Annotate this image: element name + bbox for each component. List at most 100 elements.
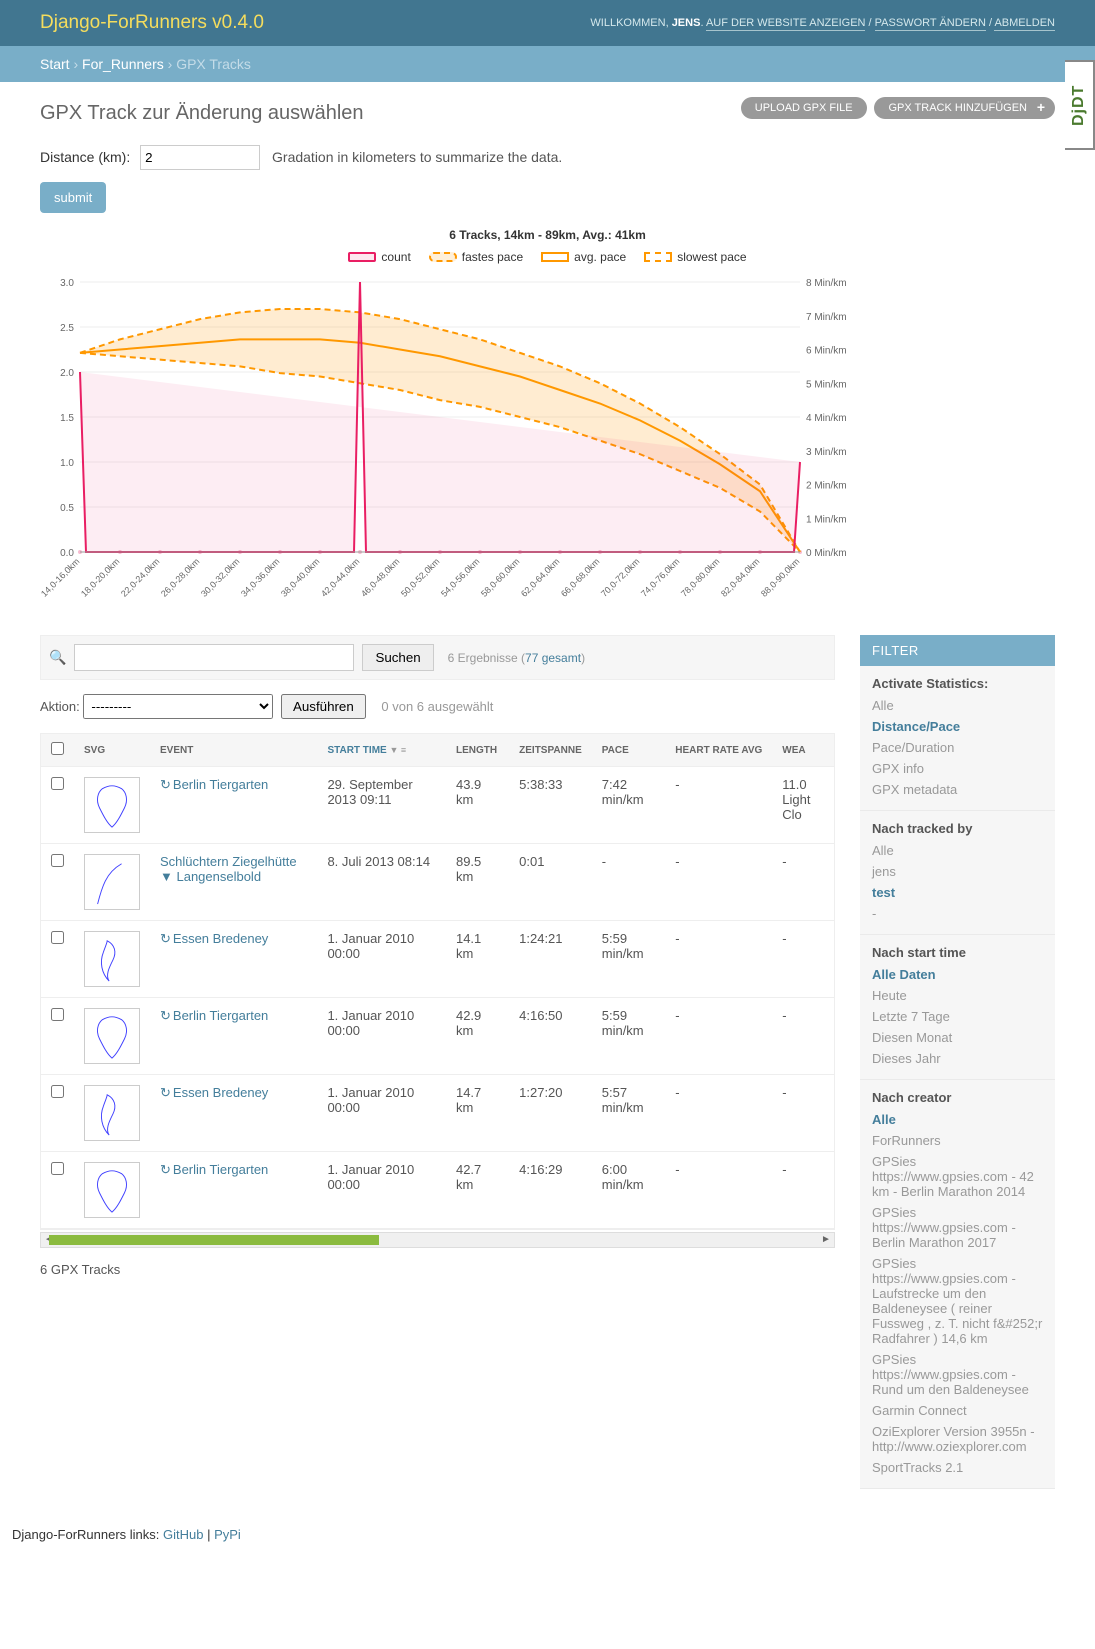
scroll-thumb[interactable] (49, 1235, 379, 1245)
row-checkbox[interactable] (51, 1085, 64, 1098)
col-length[interactable]: LENGTH (446, 734, 509, 767)
horizontal-scrollbar[interactable]: ◄ ► (40, 1232, 835, 1248)
results-table: SVG EVENT START TIME ▼ ≡ LENGTH ZEITSPAN… (41, 734, 835, 1229)
search-button[interactable]: Suchen (362, 644, 433, 671)
col-event[interactable]: EVENT (150, 734, 317, 767)
svg-text:8 Min/km: 8 Min/km (806, 278, 847, 289)
logout-link[interactable]: ABMELDEN (994, 17, 1055, 31)
cell-duration: 4:16:29 (509, 1152, 592, 1229)
filter-item[interactable]: Garmin Connect (872, 1400, 1043, 1421)
row-checkbox[interactable] (51, 1162, 64, 1175)
svg-text:3 Min/km: 3 Min/km (806, 447, 847, 458)
row-checkbox[interactable] (51, 777, 64, 790)
upload-gpx-button[interactable]: UPLOAD GPX FILE (741, 97, 867, 119)
filter-item[interactable]: ForRunners (872, 1130, 1043, 1151)
filter-item[interactable]: - (872, 903, 1043, 924)
change-password-link[interactable]: PASSWORT ÄNDERN (875, 17, 986, 31)
chart-legend: count fastes pace avg. pace slowest pace (40, 250, 1055, 264)
track-svg-thumb[interactable] (84, 777, 140, 833)
filter-item[interactable]: Diesen Monat (872, 1027, 1043, 1048)
filter-item[interactable]: GPX info (872, 758, 1043, 779)
results-table-wrap: SVG EVENT START TIME ▼ ≡ LENGTH ZEITSPAN… (40, 733, 835, 1230)
footer-github-link[interactable]: GitHub (163, 1527, 203, 1542)
svg-text:30,0-32,0km: 30,0-32,0km (199, 556, 241, 598)
django-debug-toolbar[interactable]: DjDT (1065, 60, 1095, 150)
svg-text:70,0-72,0km: 70,0-72,0km (599, 556, 641, 598)
filter-item[interactable]: test (872, 882, 1043, 903)
track-svg-thumb[interactable] (84, 1085, 140, 1141)
table-row: ↻Essen Bredeney 1. Januar 2010 00:00 14.… (41, 921, 835, 998)
chart-title: 6 Tracks, 14km - 89km, Avg.: 41km (40, 228, 1055, 242)
scroll-right-icon[interactable]: ► (818, 1233, 834, 1247)
filter-item[interactable]: GPSies https://www.gpsies.com - Berlin M… (872, 1202, 1043, 1253)
user-tools: WILLKOMMEN, JENS. AUF DER WEBSITE ANZEIG… (590, 17, 1055, 29)
row-checkbox[interactable] (51, 1008, 64, 1021)
filter-item[interactable]: Dieses Jahr (872, 1048, 1043, 1069)
cell-duration: 1:24:21 (509, 921, 592, 998)
username: JENS (672, 17, 701, 29)
filter-item[interactable]: GPSies https://www.gpsies.com - Laufstre… (872, 1253, 1043, 1349)
track-event-link[interactable]: ↻Essen Bredeney (160, 1085, 268, 1100)
view-site-link[interactable]: AUF DER WEBSITE ANZEIGEN (706, 17, 866, 31)
filter-item[interactable]: jens (872, 861, 1043, 882)
cell-length: 42.9 km (446, 998, 509, 1075)
actions-select[interactable]: --------- (83, 694, 273, 719)
add-gpx-button[interactable]: GPX TRACK HINZUFÜGEN (874, 97, 1055, 119)
track-event-link[interactable]: Schlüchtern Ziegelhütte ▼ Langenselbold (160, 854, 297, 884)
track-svg-thumb[interactable] (84, 854, 140, 910)
select-all-checkbox[interactable] (51, 742, 64, 755)
track-svg-thumb[interactable] (84, 1008, 140, 1064)
filter-item[interactable]: OziExplorer Version 3955n - http://www.o… (872, 1421, 1043, 1457)
table-row: Schlüchtern Ziegelhütte ▼ Langenselbold … (41, 844, 835, 921)
filter-item[interactable]: Alle (872, 1109, 1043, 1130)
results-total-link[interactable]: 77 gesamt (525, 651, 581, 665)
svg-text:14,0-16,0km: 14,0-16,0km (40, 556, 81, 598)
svg-text:50,0-52,0km: 50,0-52,0km (399, 556, 441, 598)
breadcrumb-start[interactable]: Start (40, 56, 70, 72)
col-hr[interactable]: HEART RATE AVG (665, 734, 772, 767)
chart-plot: 0.00.51.01.52.02.53.00 Min/km1 Min/km2 M… (40, 272, 860, 612)
filter-item[interactable]: Letzte 7 Tage (872, 1006, 1043, 1027)
cell-weather: - (772, 921, 835, 998)
filter-item[interactable]: GPSies https://www.gpsies.com - Rund um … (872, 1349, 1043, 1400)
track-event-link[interactable]: ↻Berlin Tiergarten (160, 777, 268, 792)
filter-item[interactable]: Distance/Pace (872, 716, 1043, 737)
track-event-link[interactable]: ↻Berlin Tiergarten (160, 1162, 268, 1177)
col-start-time[interactable]: START TIME ▼ ≡ (317, 734, 446, 767)
cell-length: 43.9 km (446, 767, 509, 844)
cell-hr: - (665, 998, 772, 1075)
filter-sidebar: FILTER Activate Statistics:AlleDistance/… (860, 635, 1055, 1489)
object-tools: UPLOAD GPX FILE GPX TRACK HINZUFÜGEN (737, 97, 1055, 119)
search-input[interactable] (74, 644, 354, 671)
track-svg-thumb[interactable] (84, 1162, 140, 1218)
track-svg-thumb[interactable] (84, 931, 140, 987)
branding[interactable]: Django-ForRunners v0.4.0 (40, 12, 264, 34)
track-event-link[interactable]: ↻Berlin Tiergarten (160, 1008, 268, 1023)
filter-group: Nach tracked byAllejenstest- (860, 811, 1055, 935)
filter-item[interactable]: Alle (872, 695, 1043, 716)
distance-input[interactable] (140, 145, 260, 170)
filter-item[interactable]: Alle (872, 840, 1043, 861)
cell-length: 42.7 km (446, 1152, 509, 1229)
col-duration[interactable]: ZEITSPANNE (509, 734, 592, 767)
breadcrumb-app[interactable]: For_Runners (82, 56, 164, 72)
col-pace[interactable]: PACE (592, 734, 665, 767)
row-checkbox[interactable] (51, 854, 64, 867)
filter-item[interactable]: SportTracks 2.1 (872, 1457, 1043, 1478)
filter-item[interactable]: GPX metadata (872, 779, 1043, 800)
filter-group: Nach start timeAlle DatenHeuteLetzte 7 T… (860, 935, 1055, 1080)
filter-item[interactable]: GPSies https://www.gpsies.com - 42 km - … (872, 1151, 1043, 1202)
cell-weather: - (772, 1152, 835, 1229)
col-weather[interactable]: WEA (772, 734, 835, 767)
filter-item[interactable]: Alle Daten (872, 964, 1043, 985)
filter-item[interactable]: Pace/Duration (872, 737, 1043, 758)
row-checkbox[interactable] (51, 931, 64, 944)
cell-length: 14.7 km (446, 1075, 509, 1152)
track-event-link[interactable]: ↻Essen Bredeney (160, 931, 268, 946)
filter-item[interactable]: Heute (872, 985, 1043, 1006)
loop-icon: ↻ (160, 1008, 171, 1024)
submit-button[interactable]: submit (40, 182, 106, 213)
actions-go-button[interactable]: Ausführen (281, 694, 366, 719)
col-svg[interactable]: SVG (74, 734, 150, 767)
footer-pypi-link[interactable]: PyPi (214, 1527, 241, 1542)
